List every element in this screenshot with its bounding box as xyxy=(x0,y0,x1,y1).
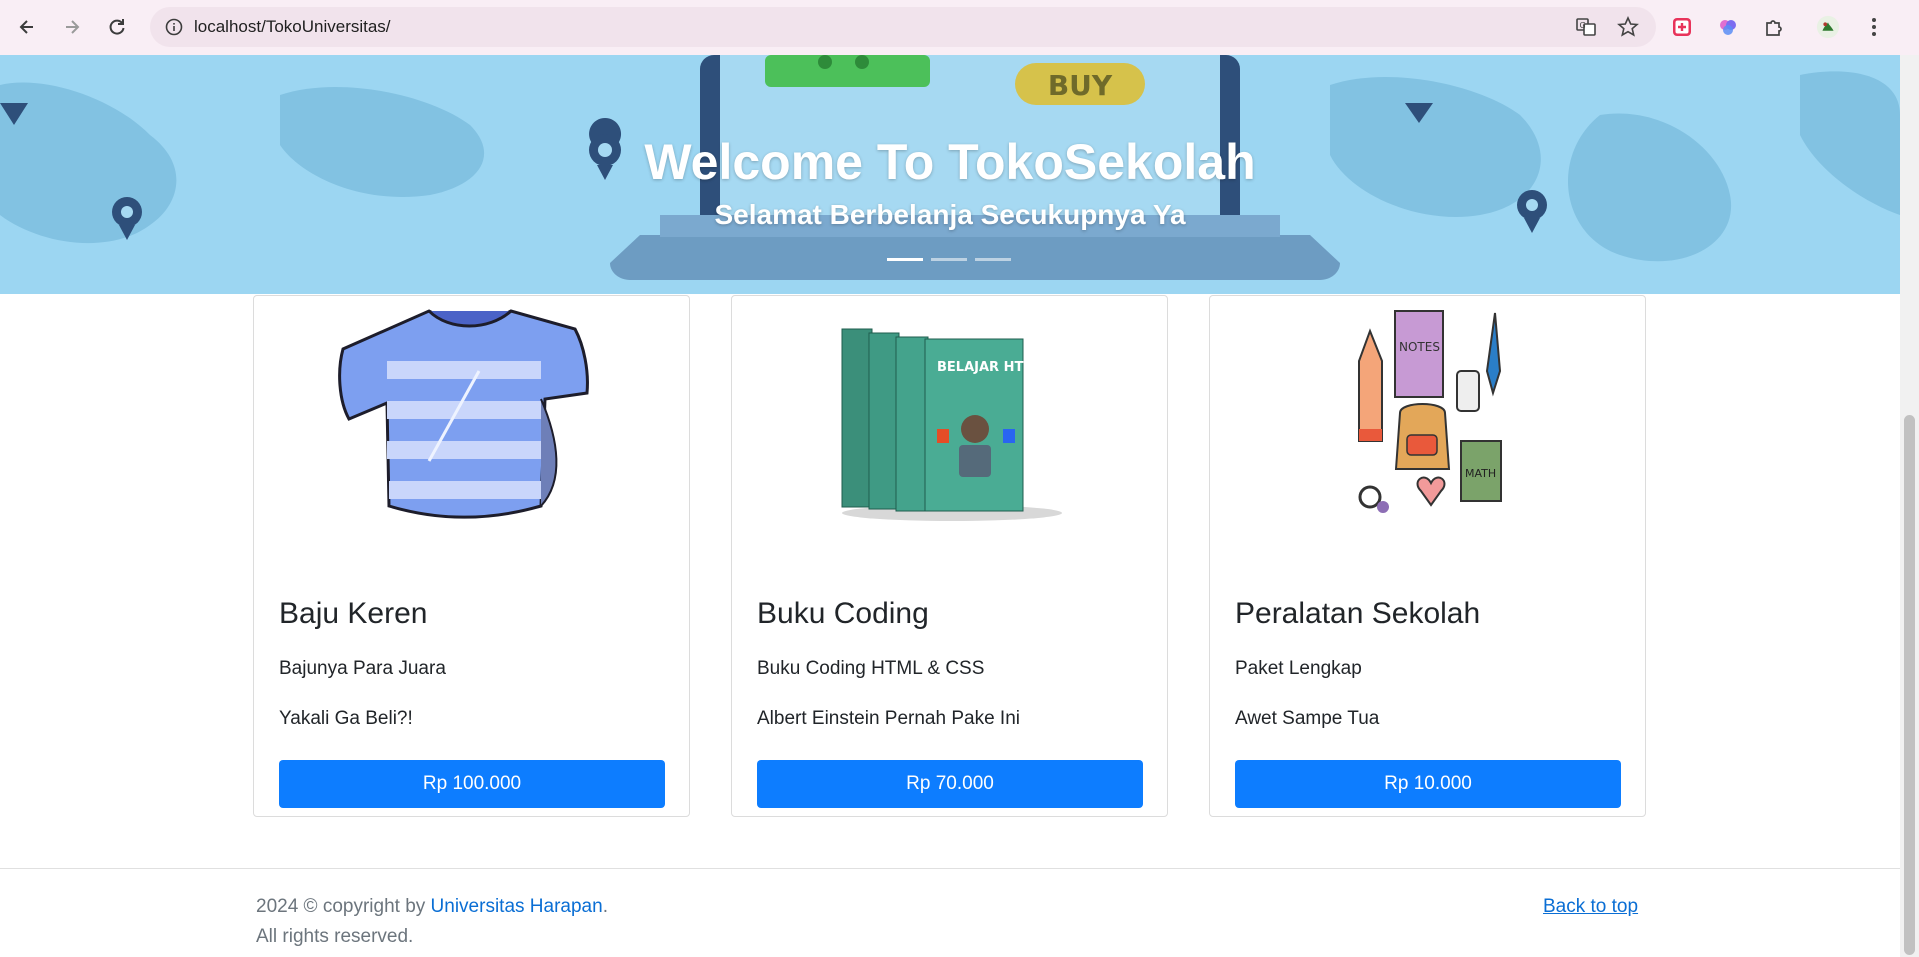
browser-toolbar: localhost/TokoUniversitas/ G xyxy=(0,0,1919,55)
copyright-suffix: . xyxy=(602,896,608,917)
carousel-indicator-3[interactable] xyxy=(975,258,1011,261)
product-note: Awet Sampe Tua xyxy=(1235,708,1380,729)
price-button[interactable]: Rp 10.000 xyxy=(1235,760,1621,808)
hero-title: Welcome To TokoSekolah xyxy=(644,134,1256,190)
reload-icon[interactable] xyxy=(97,7,137,47)
address-bar[interactable]: localhost/TokoUniversitas/ G xyxy=(150,7,1656,47)
forward-icon[interactable] xyxy=(52,7,92,47)
footer-copyright: 2024 © copyright by Universitas Harapan.… xyxy=(256,892,608,952)
product-description: Buku Coding HTML & CSS xyxy=(757,658,985,679)
carousel-indicators xyxy=(887,258,1011,261)
hero-buy-text: BUY xyxy=(1048,69,1113,102)
university-link[interactable]: Universitas Harapan xyxy=(431,896,603,917)
notes-label: NOTES xyxy=(1399,340,1440,354)
product-description: Paket Lengkap xyxy=(1235,658,1362,679)
product-description: Bajunya Para Juara xyxy=(279,658,446,679)
footer-divider xyxy=(0,868,1900,869)
svg-text:G: G xyxy=(1580,21,1586,30)
back-icon[interactable] xyxy=(7,7,47,47)
bookmark-star-icon[interactable] xyxy=(1616,15,1640,39)
product-card-baju: Baju Keren Bajunya Para Juara Yakali Ga … xyxy=(253,295,690,817)
striped-shirt-image xyxy=(338,309,589,519)
extensions-puzzle-icon[interactable] xyxy=(1762,15,1786,39)
copyright-prefix: 2024 © copyright by xyxy=(256,896,431,917)
product-name: Peralatan Sekolah xyxy=(1235,597,1481,630)
carousel-indicator-2[interactable] xyxy=(931,258,967,261)
scrollbar-thumb[interactable] xyxy=(1904,415,1915,955)
hero-carousel: BUY Welcome To TokoSekolah Selamat Berbe… xyxy=(0,55,1900,294)
product-note: Yakali Ga Beli?! xyxy=(279,708,413,729)
product-name: Buku Coding xyxy=(757,597,929,630)
carousel-indicator-1[interactable] xyxy=(887,258,923,261)
product-card-peralatan: NOTES MATH Peralatan Sekolah Paket Lengk… xyxy=(1209,295,1646,817)
url-text[interactable]: localhost/TokoUniversitas/ xyxy=(194,17,391,37)
price-button[interactable]: Rp 100.000 xyxy=(279,760,665,808)
browser-menu-icon[interactable] xyxy=(1862,15,1886,39)
product-name: Baju Keren xyxy=(279,597,428,630)
hero-subtitle: Selamat Berbelanja Secukupnya Ya xyxy=(714,199,1186,230)
back-to-top-link[interactable]: Back to top xyxy=(1543,892,1638,922)
school-supplies-image: NOTES MATH xyxy=(1358,310,1502,513)
extension-red-icon[interactable] xyxy=(1670,15,1694,39)
book-cover-text: BELAJAR HTML & CSS DASAR xyxy=(937,360,1143,375)
extension-brain-icon[interactable] xyxy=(1716,15,1740,39)
product-note: Albert Einstein Pernah Pake Ini xyxy=(757,708,1020,729)
translate-icon[interactable]: G xyxy=(1574,15,1598,39)
math-label: MATH xyxy=(1465,467,1496,480)
coding-books-image: BELAJAR HTML & CSS DASAR xyxy=(841,328,1143,521)
site-info-icon[interactable] xyxy=(154,7,194,47)
rights-text: All rights reserved. xyxy=(256,926,414,947)
profile-avatar-icon[interactable] xyxy=(1816,15,1840,39)
page-scrollbar[interactable] xyxy=(1900,55,1919,957)
page-viewport: BUY Welcome To TokoSekolah Selamat Berbe… xyxy=(0,55,1900,957)
product-card-buku: BELAJAR HTML & CSS DASAR Buku Coding Buk… xyxy=(731,295,1168,817)
price-button[interactable]: Rp 70.000 xyxy=(757,760,1143,808)
